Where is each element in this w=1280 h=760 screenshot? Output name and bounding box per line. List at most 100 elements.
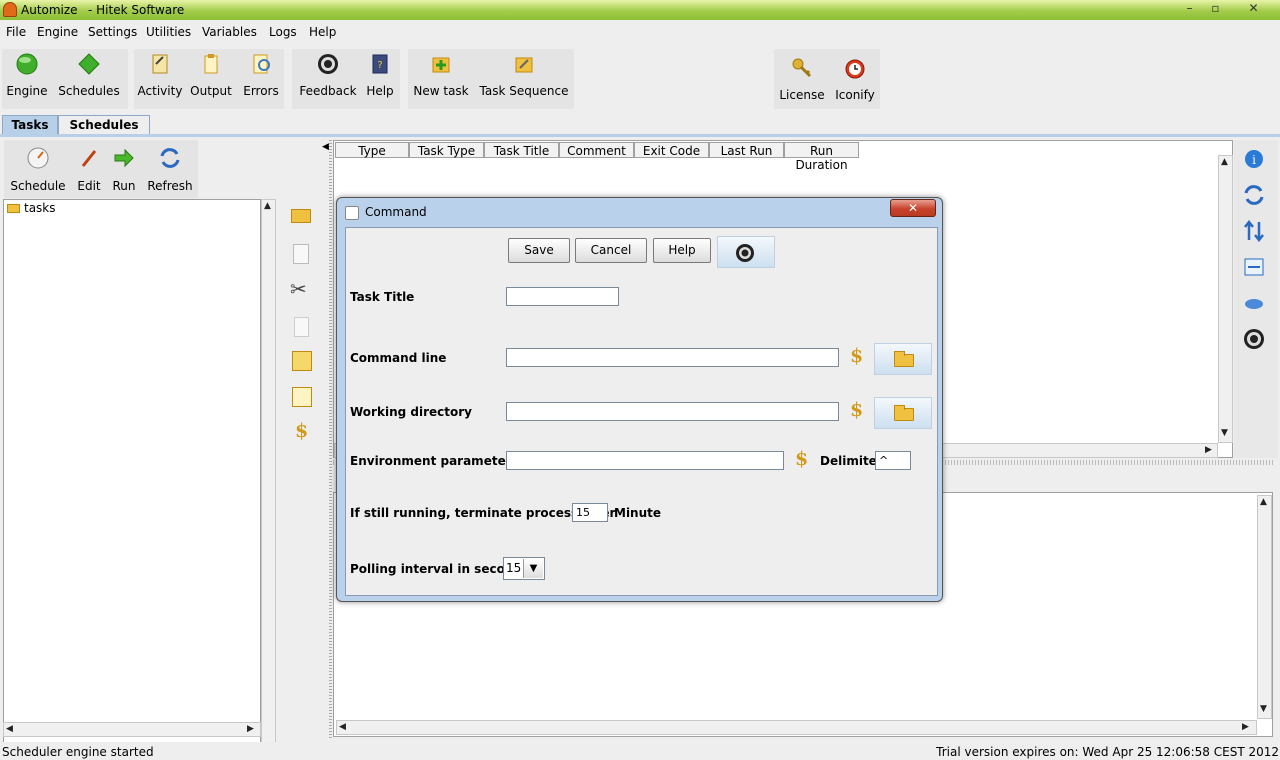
tree-vertical-scrollbar[interactable]: ▲ ▼ [261,199,276,760]
terminate-minutes-input[interactable]: 15 [572,503,608,522]
copy-icon[interactable] [293,244,309,264]
menu-settings[interactable]: Settings [88,25,137,39]
command-line-input[interactable] [506,348,839,367]
window-title-bar[interactable]: Automize - Hitek Software – ▫ ✕ [0,0,1280,20]
task-sequence-icon [515,57,533,73]
edit-button[interactable]: Edit [72,140,106,200]
menu-help[interactable]: Help [309,25,336,39]
clipboard-check-icon[interactable] [292,387,312,407]
main-toolbar: Engine Schedules Activity Output Errors … [0,44,1280,112]
open-folder-icon[interactable] [291,209,311,223]
col-type[interactable]: Type [335,142,409,158]
menu-utilities[interactable]: Utilities [146,25,191,39]
col-task-title[interactable]: Task Title [484,142,559,158]
info-icon[interactable]: i [1243,148,1265,170]
eraser-icon[interactable] [1243,292,1265,314]
schedule-button[interactable]: Schedule [8,140,68,200]
command-line-browse-button[interactable] [874,343,932,375]
col-exit-code[interactable]: Exit Code [634,142,709,158]
working-directory-input[interactable] [506,402,839,421]
table-vertical-scrollbar[interactable]: ▲ ▼ [1218,155,1233,443]
scroll-left-arrow[interactable]: ◀ [6,724,13,734]
maximize-button[interactable]: ▫ [1206,1,1225,17]
errors-button[interactable]: Errors [238,44,284,104]
terminate-unit-label: Minute [614,506,662,520]
menu-variables[interactable]: Variables [202,25,257,39]
splitter[interactable] [329,140,332,740]
dollar-icon[interactable]: $ [295,420,308,442]
working-directory-browse-button[interactable] [874,397,932,429]
menu-settings-label: Settings [88,25,138,39]
col-comment[interactable]: Comment [559,142,634,158]
sort-icon[interactable] [1243,220,1265,242]
edit-note-icon[interactable] [292,351,312,371]
fit-width-icon[interactable] [1243,256,1265,278]
task-title-input[interactable] [506,287,619,306]
col-task-type[interactable]: Task Type [409,142,484,158]
activity-icon [152,54,168,74]
task-sequence-button[interactable]: Task Sequence [476,44,572,104]
output-horizontal-scrollbar[interactable]: ◀ ▶ [336,720,1257,735]
menu-variables-label: Variables [202,25,257,39]
close-window-button[interactable]: ✕ [1244,1,1263,17]
svg-text:?: ? [377,60,382,71]
output-scroll-right[interactable]: ▶ [1242,722,1249,732]
feedback-button[interactable]: Feedback [298,44,358,104]
working-directory-variable-icon[interactable]: $ [850,399,863,421]
output-vertical-scrollbar[interactable]: ▲ ▼ [1257,495,1272,719]
sync-icon[interactable] [1243,184,1265,206]
cancel-button[interactable]: Cancel [575,238,647,263]
col-last-run[interactable]: Last Run [709,142,784,158]
refresh-button[interactable]: Refresh [144,140,196,200]
feedback-icon [318,54,338,74]
output-scroll-left[interactable]: ◀ [339,722,346,732]
output-button[interactable]: Output [188,44,234,104]
environment-parameters-input[interactable] [506,451,784,470]
collapse-arrow-icon[interactable]: ◀ [322,142,329,152]
new-task-button[interactable]: New task [412,44,470,104]
iconify-button[interactable]: Iconify [830,48,880,108]
dialog-close-button[interactable]: ✕ [890,199,936,217]
tab-schedules[interactable]: Schedules [58,115,150,135]
delimiter-input[interactable]: ^ [875,451,911,470]
run-button[interactable]: Run [108,140,140,200]
paste-icon[interactable] [294,317,309,337]
col-run-duration[interactable]: Run Duration [784,142,859,172]
menu-file[interactable]: File [6,25,26,39]
environment-variable-icon[interactable]: $ [795,448,808,470]
command-line-variable-icon[interactable]: $ [850,345,863,367]
activity-button[interactable]: Activity [136,44,184,104]
menu-engine[interactable]: Engine [37,25,78,39]
table-scroll-up[interactable]: ▲ [1221,157,1228,167]
schedule-label: Schedule [10,179,66,193]
table-scroll-down[interactable]: ▼ [1221,428,1228,438]
scroll-right-arrow[interactable]: ▶ [247,724,254,734]
cut-icon[interactable]: ✂ [290,277,307,301]
folder-icon [894,405,914,421]
record-icon[interactable] [1243,328,1265,350]
activity-label: Activity [137,84,183,98]
output-scroll-up[interactable]: ▲ [1260,497,1267,507]
chevron-down-icon[interactable]: ▼ [523,559,543,578]
tree-horizontal-scrollbar[interactable]: ◀ ▶ [3,722,261,737]
status-right: Trial version expires on: Wed Apr 25 12:… [936,745,1279,759]
output-scroll-down[interactable]: ▼ [1260,704,1267,714]
menu-logs[interactable]: Logs [269,25,297,39]
edit-label: Edit [77,179,101,193]
engine-icon [16,53,38,75]
menu-engine-label: Engine [37,25,79,39]
tree-item-tasks[interactable]: tasks [24,201,56,215]
scroll-up-arrow[interactable]: ▲ [264,201,271,211]
table-scroll-right[interactable]: ▶ [1205,445,1212,455]
dialog-record-button[interactable] [717,236,775,268]
help-button[interactable]: ? Help [362,44,398,104]
license-button[interactable]: License [776,48,828,108]
save-button[interactable]: Save [508,238,570,263]
engine-button[interactable]: Engine [4,44,50,104]
minimize-button[interactable]: – [1180,1,1199,17]
schedules-button[interactable]: Schedules [56,44,122,104]
task-tree[interactable]: tasks [3,199,261,760]
dialog-help-button[interactable]: Help [653,238,711,263]
tab-tasks[interactable]: Tasks [2,115,58,135]
polling-interval-select[interactable]: 15 ▼ [503,557,545,580]
